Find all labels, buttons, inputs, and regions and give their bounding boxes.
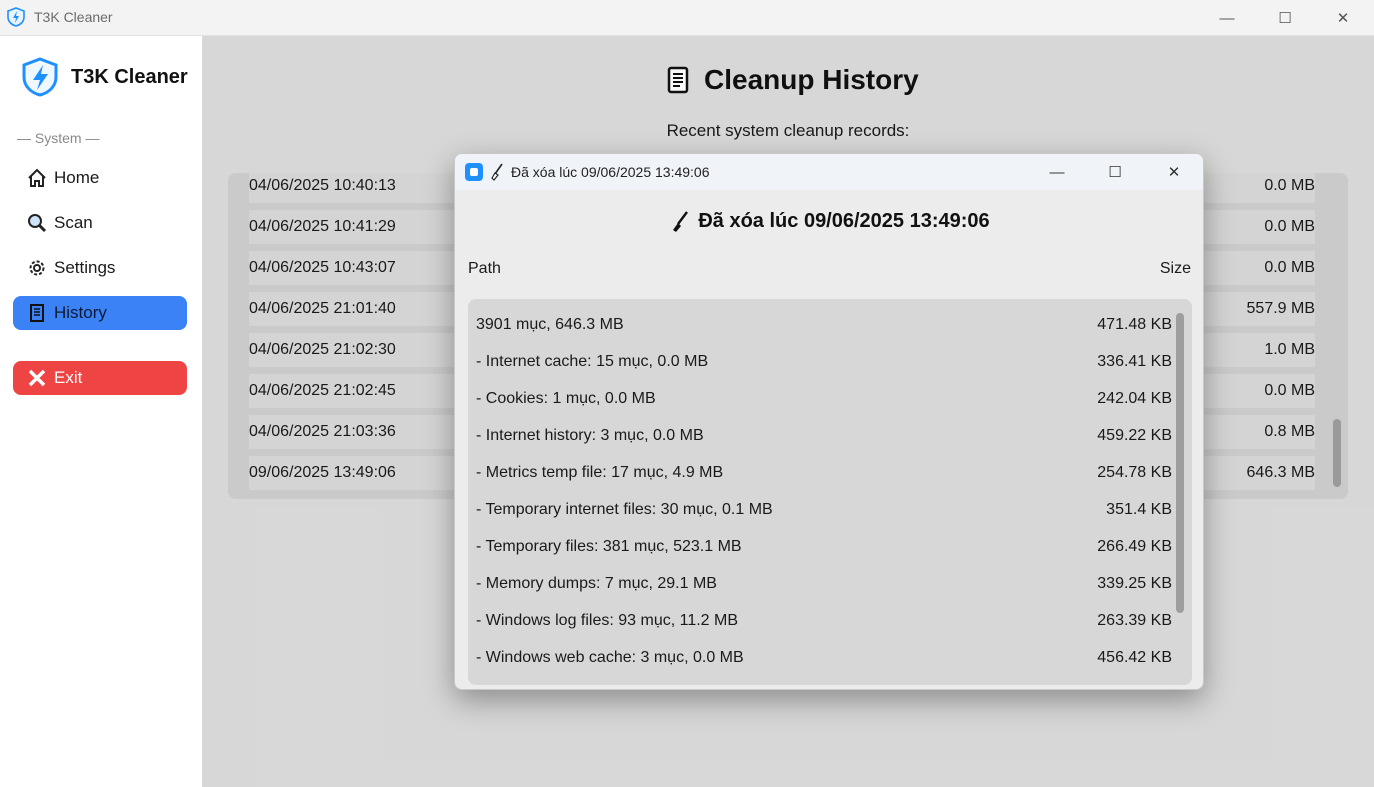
- item-size: 242.04 KB: [1097, 390, 1172, 407]
- deleted-items-list[interactable]: 3901 mục, 646.3 MB 471.48 KB - Internet …: [468, 299, 1192, 685]
- sidebar: T3K Cleaner — System — Home Scan Setting…: [0, 36, 202, 787]
- item-path: - Windows log files: 93 mục, 11.2 MB: [476, 612, 739, 629]
- item-size: 351.4 KB: [1106, 501, 1172, 518]
- item-size: 336.41 KB: [1097, 353, 1172, 370]
- item-size: 266.49 KB: [1097, 538, 1172, 555]
- minimize-button[interactable]: —: [1198, 0, 1256, 36]
- dialog-scrollbar[interactable]: [1176, 313, 1184, 613]
- exit-label: Exit: [54, 368, 83, 387]
- app-shield-icon: [7, 7, 25, 27]
- list-item[interactable]: - Metrics temp file: 17 mục, 4.9 MB 254.…: [476, 458, 1172, 488]
- sidebar-item-label: Home: [54, 168, 100, 187]
- column-header-path: Path: [468, 260, 501, 277]
- dialog-close-button[interactable]: ✕: [1145, 154, 1203, 190]
- list-item[interactable]: - Windows web cache: 3 mục, 0.0 MB 456.4…: [476, 643, 1172, 673]
- sidebar-item-scan[interactable]: Scan: [13, 206, 187, 240]
- window-title: T3K Cleaner: [34, 9, 113, 25]
- item-path: 3901 mục, 646.3 MB: [476, 316, 624, 333]
- dialog-title: Đã xóa lúc 09/06/2025 13:49:06: [511, 164, 710, 180]
- exit-button[interactable]: Exit: [13, 361, 187, 395]
- item-size: 254.78 KB: [1097, 464, 1172, 481]
- maximize-button[interactable]: ☐: [1256, 0, 1314, 36]
- item-path: - Temporary internet files: 30 mục, 0.1 …: [476, 501, 773, 518]
- dialog-heading-text: Đã xóa lúc 09/06/2025 13:49:06: [698, 210, 990, 232]
- item-path: - Metrics temp file: 17 mục, 4.9 MB: [476, 464, 724, 481]
- list-item[interactable]: - Internet cache: 15 mục, 0.0 MB 336.41 …: [476, 347, 1172, 377]
- item-path: - Internet history: 3 mục, 0.0 MB: [476, 427, 704, 444]
- sidebar-item-home[interactable]: Home: [13, 161, 187, 195]
- list-item[interactable]: - Temporary internet files: 30 mục, 0.1 …: [476, 495, 1172, 525]
- item-size: 456.42 KB: [1097, 649, 1172, 666]
- sidebar-item-label: Scan: [54, 213, 93, 232]
- cross-icon: [26, 367, 48, 389]
- item-size: 471.48 KB: [1097, 316, 1172, 333]
- window-titlebar: T3K Cleaner — ☐ ✕: [0, 0, 1374, 36]
- section-label: — System —: [17, 130, 100, 146]
- sidebar-item-settings[interactable]: Settings: [13, 251, 187, 285]
- sidebar-item-history[interactable]: History: [13, 296, 187, 330]
- magnifier-icon: [26, 212, 48, 234]
- dialog-heading: Đã xóa lúc 09/06/2025 13:49:06: [455, 210, 1203, 233]
- cleanup-detail-dialog: Đã xóa lúc 09/06/2025 13:49:06 — ☐ ✕ Đã …: [454, 153, 1204, 690]
- close-button[interactable]: ✕: [1314, 0, 1372, 36]
- list-item[interactable]: - Internet history: 3 mục, 0.0 MB 459.22…: [476, 421, 1172, 451]
- column-header-size: Size: [1159, 260, 1191, 277]
- broom-icon: [491, 163, 503, 181]
- list-item[interactable]: - Cookies: 1 mục, 0.0 MB 242.04 KB: [476, 384, 1172, 414]
- sidebar-item-label: Settings: [54, 258, 116, 277]
- sidebar-item-label: History: [54, 303, 107, 322]
- broom-icon: [673, 210, 689, 232]
- list-item[interactable]: - Memory dumps: 7 mục, 29.1 MB 339.25 KB: [476, 569, 1172, 599]
- dialog-minimize-button[interactable]: —: [1028, 154, 1086, 190]
- dialog-app-icon: [465, 163, 483, 181]
- dialog-titlebar: Đã xóa lúc 09/06/2025 13:49:06 — ☐ ✕: [455, 154, 1203, 190]
- scroll-icon: [26, 302, 48, 324]
- shield-bolt-icon: [22, 57, 58, 97]
- list-item[interactable]: - Windows log files: 93 mục, 11.2 MB 263…: [476, 606, 1172, 636]
- item-path: - Temporary files: 381 mục, 523.1 MB: [476, 538, 742, 555]
- brand-name: T3K Cleaner: [71, 65, 188, 88]
- item-path: - Windows web cache: 3 mục, 0.0 MB: [476, 649, 744, 666]
- item-size: 263.39 KB: [1097, 612, 1172, 629]
- brand: T3K Cleaner: [19, 56, 188, 98]
- gear-icon: [26, 257, 48, 279]
- list-item[interactable]: - Temporary files: 381 mục, 523.1 MB 266…: [476, 532, 1172, 562]
- dialog-maximize-button[interactable]: ☐: [1086, 154, 1144, 190]
- item-path: - Internet cache: 15 mục, 0.0 MB: [476, 353, 709, 370]
- item-path: - Memory dumps: 7 mục, 29.1 MB: [476, 575, 717, 592]
- list-item[interactable]: 3901 mục, 646.3 MB 471.48 KB: [476, 310, 1172, 340]
- item-size: 339.25 KB: [1097, 575, 1172, 592]
- item-size: 459.22 KB: [1097, 427, 1172, 444]
- item-path: - Cookies: 1 mục, 0.0 MB: [476, 390, 656, 407]
- home-icon: [26, 167, 48, 189]
